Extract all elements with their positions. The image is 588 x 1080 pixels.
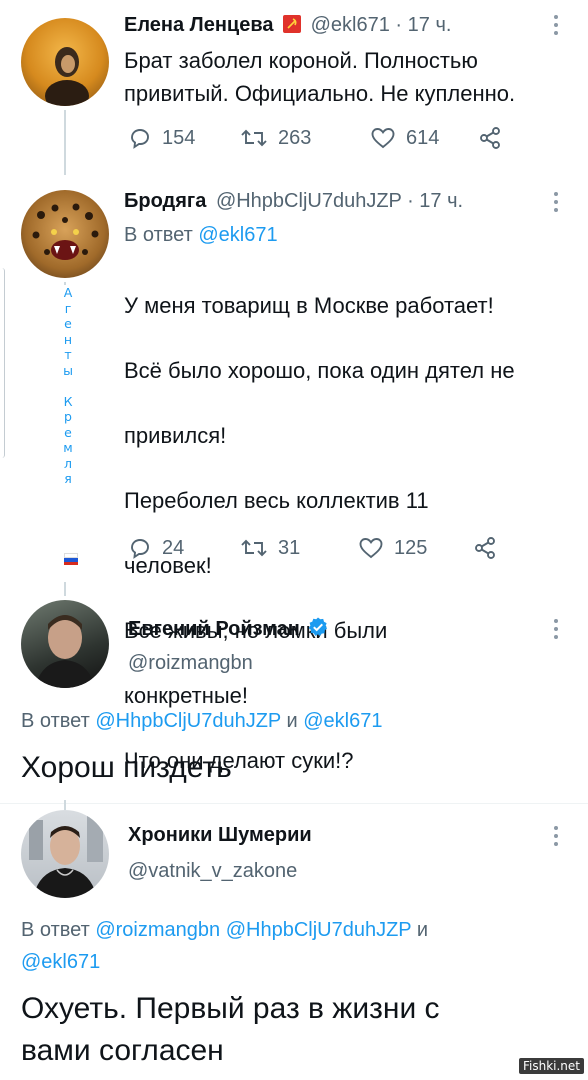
reply-context: В ответ @ekl671: [124, 224, 278, 247]
reply-count: 154: [162, 126, 196, 149]
verified-badge-icon: [307, 616, 329, 644]
tweet-header: Хроники Шумерии: [128, 824, 312, 847]
retweet-button[interactable]: 263: [240, 126, 370, 150]
tweet-text-line: привился!: [124, 422, 227, 448]
avatar-roizman-image: [35, 615, 95, 688]
thread-line-3: [64, 582, 66, 596]
tweet-text-line: конкретные!: [124, 682, 249, 708]
tweet-text: Брат заболел короной. Полностью привитый…: [124, 48, 516, 106]
reply-mention[interactable]: @HhpbCljU7duhJZP: [95, 710, 281, 732]
tweet-header: Евгений Ройзман: [128, 616, 329, 644]
author-name[interactable]: Хроники Шумерии: [128, 824, 312, 846]
reply-icon: [131, 129, 149, 149]
author-name[interactable]: Евгений Ройзман: [128, 618, 300, 640]
tweet-actions: 154 263 614: [128, 126, 502, 150]
author-handle[interactable]: @vatnik_v_zakone: [128, 860, 297, 883]
tweet-text: Хорош пиздеть: [21, 751, 232, 784]
author-name[interactable]: Бродяга: [124, 190, 206, 212]
author-name[interactable]: Елена Ленцева: [124, 14, 273, 36]
retweet-count: 263: [278, 126, 312, 149]
author-handle[interactable]: @ekl671: [311, 14, 390, 36]
tweet-text-line: Всё было хорошо, пока один дятел не: [124, 357, 515, 383]
like-count: 614: [406, 126, 440, 149]
reply-mention[interactable]: @HhpbCljU7duhJZP: [226, 919, 412, 941]
like-button[interactable]: 614: [370, 126, 478, 150]
avatar-roizman[interactable]: [21, 600, 109, 688]
reply-context: В ответ @roizmangbn @HhpbCljU7duhJZP и @…: [21, 914, 571, 978]
reply-count: 24: [162, 536, 185, 559]
reply-prefix: В ответ: [21, 710, 90, 732]
leopard-image: [32, 203, 99, 260]
tweet-text-line: Охуеть. Первый раз в жизни с: [21, 992, 440, 1025]
agenty-kremlya-label: А г е н т ы К р е м л я: [63, 285, 73, 486]
share-button[interactable]: [478, 126, 502, 150]
reply-mention[interactable]: @roizmangbn: [95, 919, 220, 941]
author-handle[interactable]: @roizmangbn: [128, 652, 253, 675]
reply-prefix: В ответ: [124, 224, 193, 246]
avatar-shumeria-image: [29, 816, 103, 898]
left-edge-scroll-indicator: [0, 268, 5, 458]
thread-line-1: [64, 110, 66, 175]
heart-icon: [359, 538, 383, 559]
author-handle[interactable]: @HhpbCljU7duhJZP: [216, 190, 402, 212]
reply-mention[interactable]: @ekl671: [198, 224, 277, 246]
tweet-actions: 24 31 125: [128, 536, 497, 560]
more-options-icon[interactable]: [553, 192, 559, 212]
retweet-icon: [241, 539, 267, 557]
share-icon: [475, 537, 495, 559]
tweet-text: Охуеть. Первый раз в жизни с вами соглас…: [21, 988, 576, 1072]
reply-button[interactable]: 154: [128, 126, 240, 150]
tweet-text-line: Переболел весь коллектив 11: [124, 487, 429, 513]
reply-mention[interactable]: @ekl671: [303, 710, 382, 732]
retweet-count: 31: [278, 536, 301, 559]
tweet-text-line: вами согласен: [21, 1034, 224, 1067]
tweet-time[interactable]: · 17 ч.: [407, 190, 463, 212]
avatar-elena[interactable]: [21, 18, 109, 106]
share-button[interactable]: [473, 536, 497, 560]
tweet-time[interactable]: · 17 ч.: [395, 14, 451, 36]
more-options-icon[interactable]: [553, 619, 559, 639]
share-icon: [480, 127, 500, 149]
divider: [0, 803, 588, 804]
reply-prefix: В ответ: [21, 919, 90, 941]
heart-icon: [371, 128, 395, 149]
more-options-icon[interactable]: [553, 826, 559, 846]
tweet-header: Бродяга @HhpbCljU7duhJZP · 17 ч.: [124, 190, 463, 213]
more-options-icon[interactable]: [553, 15, 559, 35]
like-count: 125: [394, 536, 428, 559]
reply-and: и: [286, 710, 298, 732]
thread-line-4: [64, 800, 66, 810]
tweet-header: Елена Ленцева @ekl671 · 17 ч.: [124, 14, 451, 37]
avatar-brodyaga[interactable]: [21, 190, 109, 278]
tweet-text-line: У меня товарищ в Москве работает!: [124, 292, 494, 318]
reply-and: и: [416, 919, 429, 941]
retweet-button[interactable]: 31: [240, 536, 358, 560]
reply-icon: [131, 539, 149, 559]
like-button[interactable]: 125: [358, 536, 473, 560]
avatar-elena-image: [45, 47, 89, 106]
reply-button[interactable]: 24: [128, 536, 240, 560]
retweet-icon: [241, 129, 267, 147]
russian-flag-icon: [64, 553, 78, 565]
reply-context: В ответ @HhpbCljU7duhJZP и @ekl671: [21, 710, 382, 733]
watermark: Fishki.net: [518, 1058, 584, 1074]
hammer-sickle-icon: [283, 15, 302, 33]
avatar-shumeria[interactable]: [21, 810, 109, 898]
reply-mention[interactable]: @ekl671: [21, 951, 100, 973]
